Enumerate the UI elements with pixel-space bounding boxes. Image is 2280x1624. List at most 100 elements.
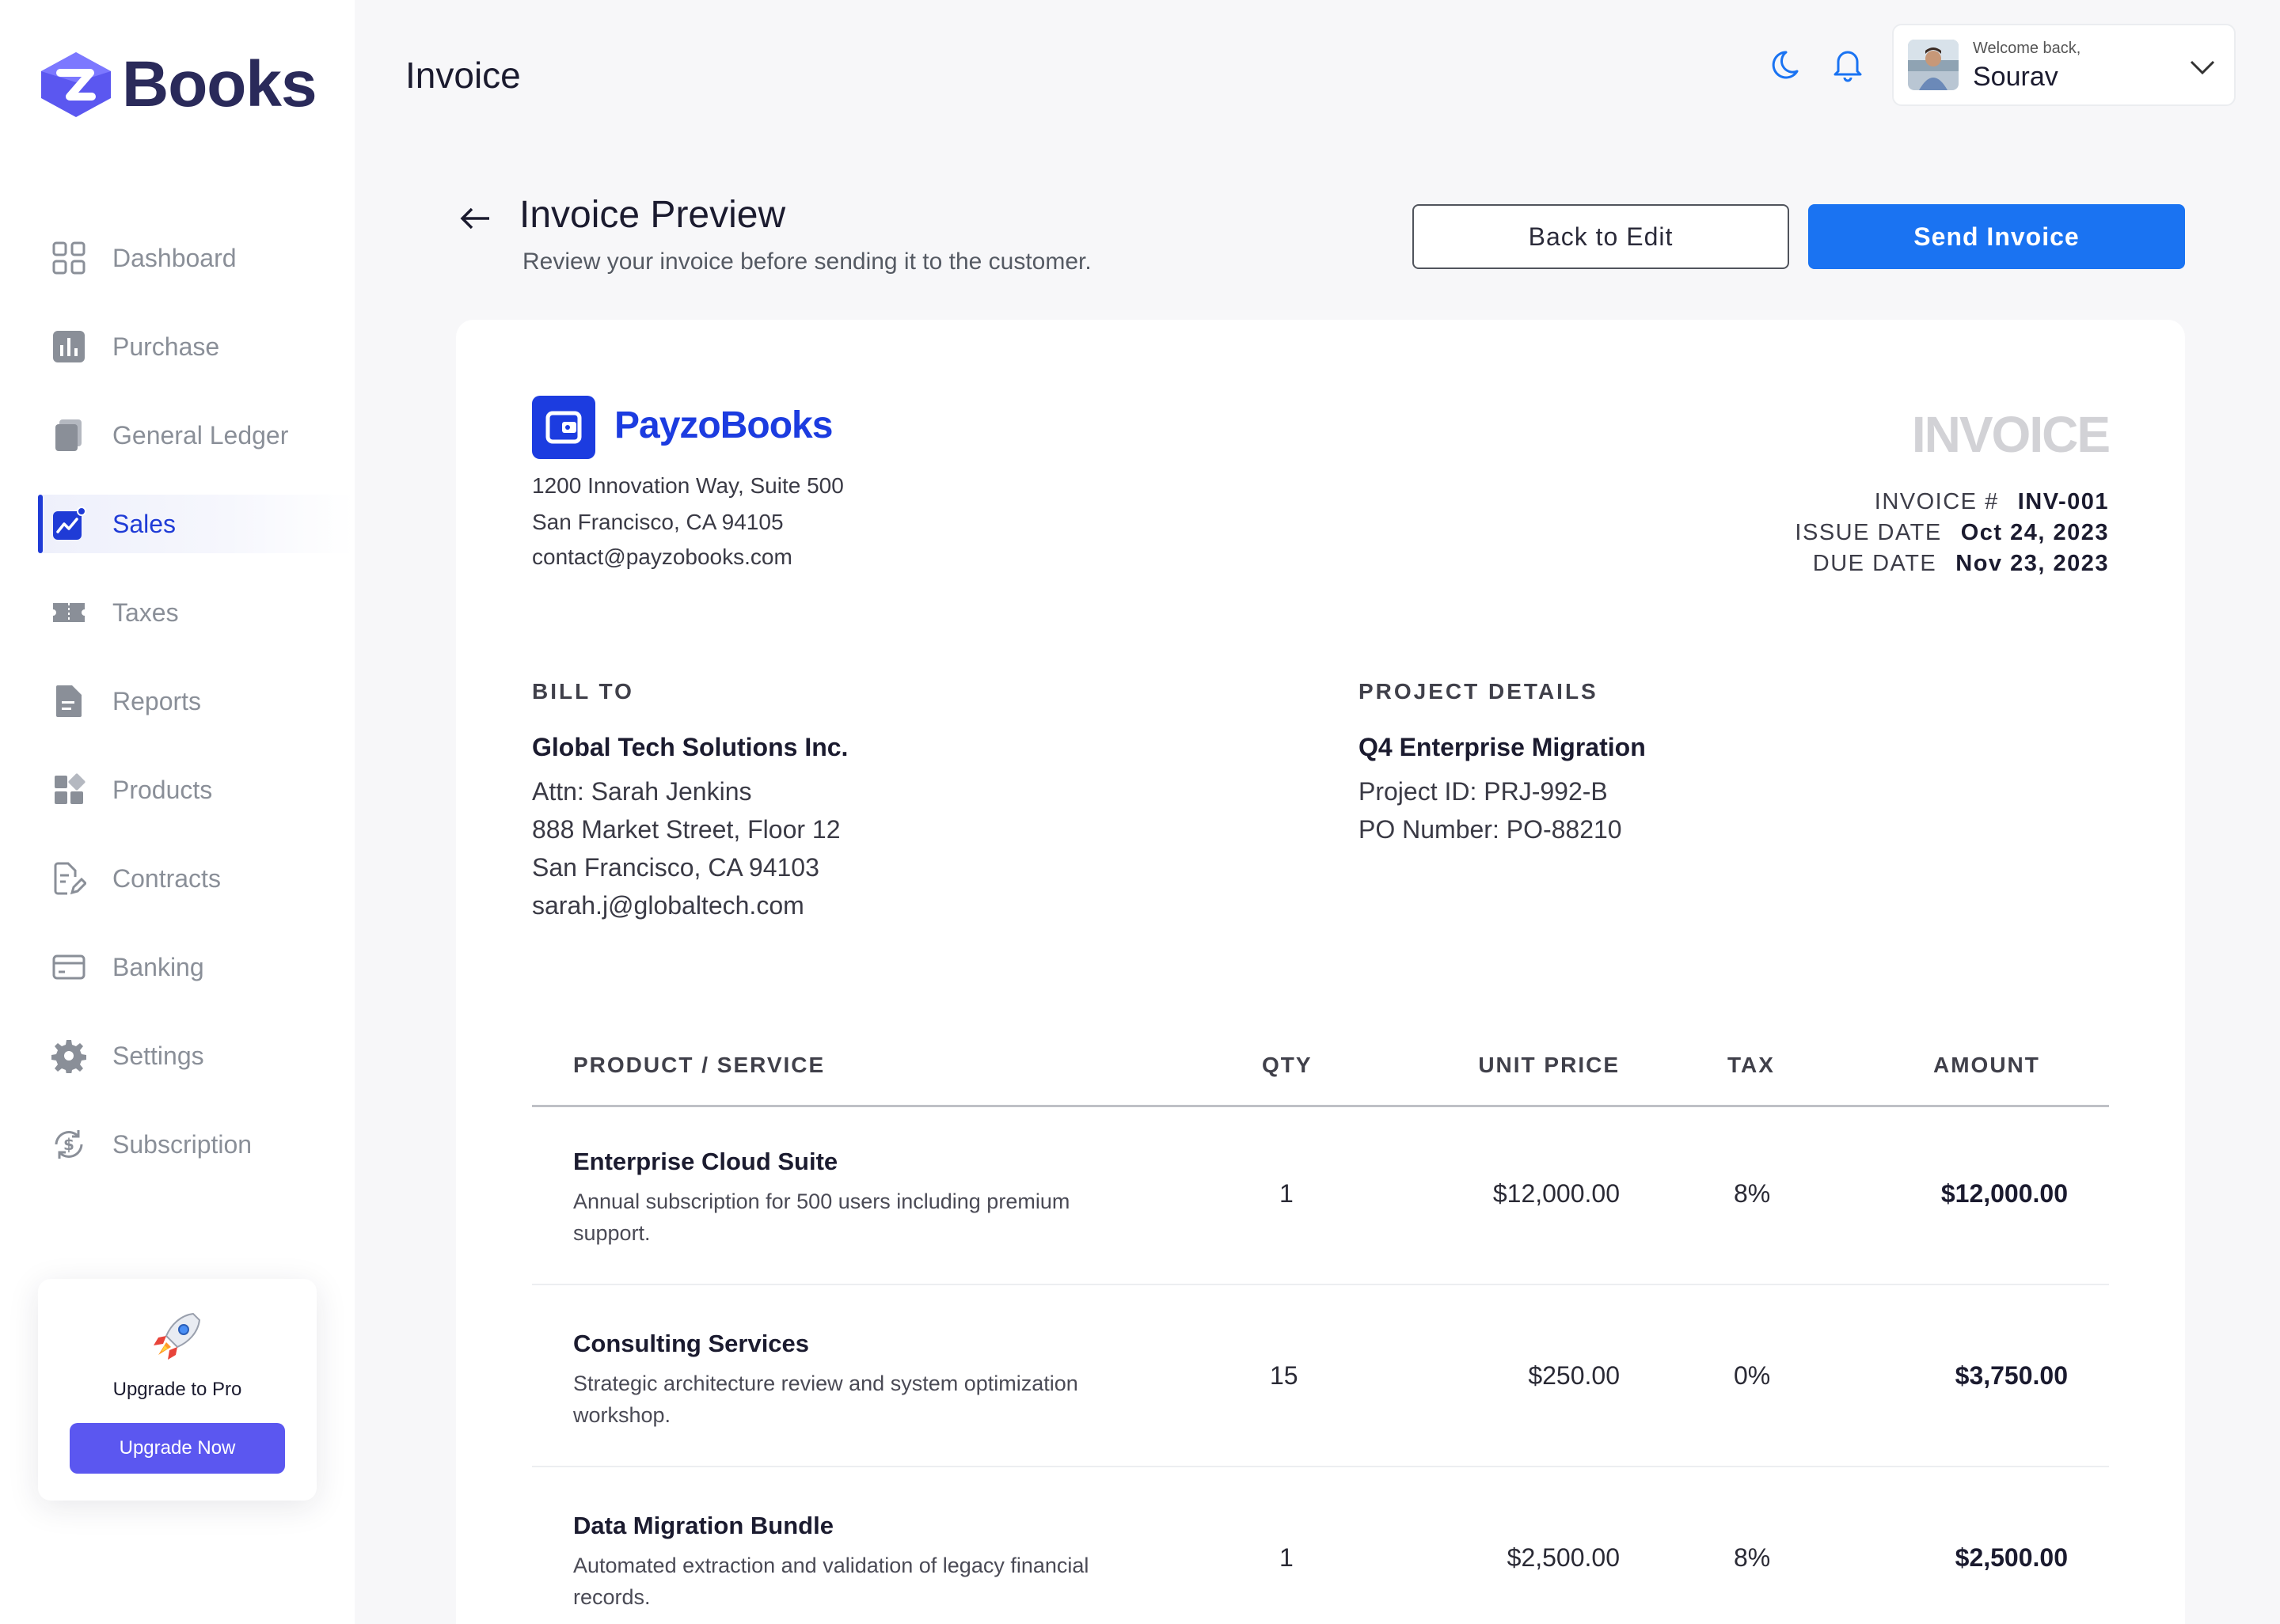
upgrade-card: Upgrade to Pro Upgrade Now (38, 1279, 317, 1501)
sidebar-item-label: Settings (112, 1041, 204, 1070)
line-item-qty: 1 (1279, 1179, 1294, 1208)
bar-chart-icon (51, 328, 87, 365)
grid-icon (51, 240, 87, 276)
line-item-amount: $3,750.00 (1955, 1361, 2068, 1390)
brand-name: Books (122, 48, 317, 120)
avatar (1908, 40, 1959, 90)
due-date: Nov 23, 2023 (1955, 551, 2109, 576)
user-menu[interactable]: Welcome back, Sourav (1892, 24, 2236, 106)
line-item-tax: 8% (1734, 1543, 1771, 1572)
preview-title: Invoice Preview (519, 194, 786, 236)
sidebar-item-contracts[interactable]: Contracts (0, 834, 355, 923)
company-email: contact@payzobooks.com (532, 544, 792, 569)
bill-to-attn: Attn: Sarah Jenkins (532, 777, 752, 806)
sales-trend-icon (51, 506, 87, 542)
sidebar-item-label: Dashboard (112, 243, 237, 272)
column-header-product: PRODUCT / SERVICE (573, 1053, 826, 1077)
invoice-doc-label: INVOICE (1911, 406, 2111, 463)
line-item-unit-price: $2,500.00 (1507, 1543, 1620, 1572)
line-item-unit-price: $250.00 (1528, 1361, 1620, 1390)
column-header-tax: TAX (1727, 1053, 1775, 1077)
app-logo[interactable]: Books (38, 47, 317, 122)
ledger-icon (51, 417, 87, 453)
sidebar-item-products[interactable]: Products (0, 746, 355, 834)
invoice-card: PayzoBooks 1200 Innovation Way, Suite 50… (456, 320, 2185, 1624)
upgrade-title: Upgrade to Pro (112, 1379, 242, 1400)
bill-to-city: San Francisco, CA 94103 (532, 853, 819, 882)
sidebar-item-taxes[interactable]: Taxes (0, 568, 355, 657)
sidebar-item-label: Reports (112, 686, 202, 715)
sidebar-item-banking[interactable]: Banking (0, 923, 355, 1011)
line-item-unit-price: $12,000.00 (1492, 1179, 1620, 1208)
sidebar-nav: Dashboard Purchase General Ledger Sales … (0, 214, 355, 1189)
sidebar-item-purchase[interactable]: Purchase (0, 302, 355, 391)
invoice-number-label: INVOICE # (1874, 489, 1999, 514)
company-address-line1: 1200 Innovation Way, Suite 500 (532, 473, 844, 498)
sidebar-item-label: Purchase (112, 332, 220, 361)
project-id: Project ID: PRJ-992-B (1358, 777, 1608, 806)
line-item-qty: 1 (1279, 1543, 1294, 1572)
svg-text:$: $ (63, 1135, 74, 1154)
line-item-title: Enterprise Cloud Suite (573, 1148, 838, 1175)
invoice-number-row: INVOICE # INV-001 (1875, 489, 2109, 515)
sidebar-item-label: Products (112, 775, 213, 804)
line-item-description: Strategic architecture review and system… (573, 1372, 1078, 1427)
brand-logo-icon (41, 52, 111, 117)
sidebar-item-sales[interactable]: Sales (38, 495, 355, 553)
table-header-divider (532, 1105, 2109, 1107)
bill-to-label: BILL TO (532, 679, 634, 704)
sidebar-item-label: Taxes (112, 598, 179, 627)
row-divider (532, 1284, 2109, 1285)
bill-to-street: 888 Market Street, Floor 12 (532, 815, 841, 844)
line-item-title: Data Migration Bundle (573, 1512, 834, 1539)
sidebar-item-reports[interactable]: Reports (0, 657, 355, 746)
due-date-label: DUE DATE (1812, 551, 1937, 576)
products-icon (51, 772, 87, 808)
ticket-icon (51, 594, 87, 631)
welcome-text: Welcome back, (1973, 40, 2081, 57)
back-arrow-icon[interactable] (458, 201, 492, 236)
sidebar-item-label: Contracts (112, 863, 221, 893)
subscription-icon: $ (51, 1126, 87, 1163)
line-item-description: Annual subscription for 500 users includ… (573, 1190, 1070, 1245)
po-number: PO Number: PO-88210 (1358, 815, 1622, 844)
bell-icon[interactable] (1829, 46, 1867, 84)
sidebar-item-label: Subscription (112, 1129, 253, 1159)
line-item-amount: $2,500.00 (1955, 1543, 2068, 1572)
line-item-amount: $12,000.00 (1940, 1179, 2068, 1208)
bill-to-company: Global Tech Solutions Inc. (532, 733, 849, 761)
user-name: Sourav (1973, 62, 2058, 92)
upgrade-now-button[interactable]: Upgrade Now (70, 1423, 285, 1474)
line-item-tax: 0% (1734, 1361, 1771, 1390)
sidebar-item-subscription[interactable]: $ Subscription (0, 1100, 355, 1189)
sidebar-item-label: Banking (112, 952, 204, 981)
company-logo-icon (532, 396, 595, 459)
invoice-number: INV-001 (2017, 489, 2109, 514)
back-to-edit-button[interactable]: Back to Edit (1412, 204, 1789, 269)
send-invoice-button[interactable]: Send Invoice (1808, 204, 2185, 269)
rocket-icon (154, 1312, 201, 1360)
line-item-qty: 15 (1270, 1361, 1298, 1390)
sidebar: Books Dashboard Purchase General Ledger … (0, 0, 355, 1624)
chevron-down-icon[interactable] (2188, 52, 2217, 81)
preview-subtitle: Review your invoice before sending it to… (522, 249, 1092, 275)
moon-icon[interactable] (1765, 46, 1803, 84)
project-name: Q4 Enterprise Migration (1358, 733, 1646, 761)
sidebar-item-label: Sales (112, 509, 177, 538)
company-address-line2: San Francisco, CA 94105 (532, 510, 784, 534)
issue-date-row: ISSUE DATE Oct 24, 2023 (1795, 520, 2109, 546)
sidebar-item-label: General Ledger (112, 420, 289, 450)
company-name: PayzoBooks (614, 404, 833, 446)
page-title: Invoice (405, 55, 521, 96)
sidebar-item-dashboard[interactable]: Dashboard (0, 214, 355, 302)
line-item-description: Automated extraction and validation of l… (573, 1554, 1089, 1609)
sidebar-item-settings[interactable]: Settings (0, 1011, 355, 1100)
sidebar-item-general-ledger[interactable]: General Ledger (0, 391, 355, 480)
issue-date: Oct 24, 2023 (1960, 520, 2109, 545)
card-icon (51, 949, 87, 985)
column-header-qty: QTY (1262, 1053, 1313, 1077)
line-item-tax: 8% (1734, 1179, 1771, 1208)
project-details-label: PROJECT DETAILS (1358, 679, 1598, 704)
column-header-unit-price: UNIT PRICE (1478, 1053, 1620, 1077)
issue-date-label: ISSUE DATE (1795, 520, 1942, 545)
